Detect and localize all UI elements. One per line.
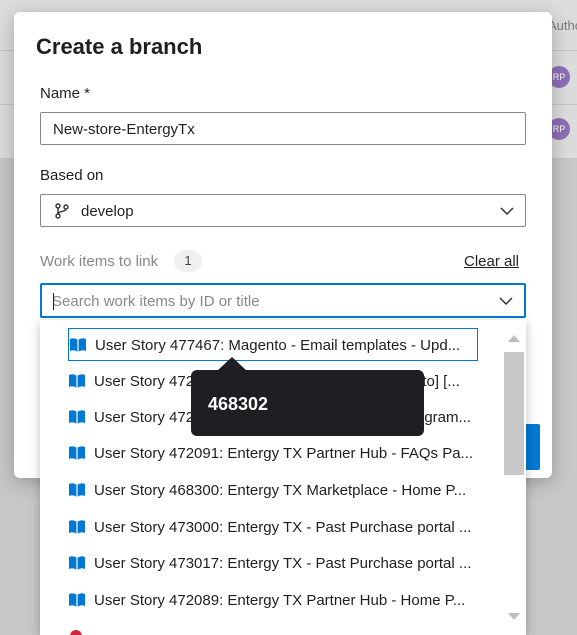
list-item-label: User Story 472089: Entergy TX Partner Hu… [94, 592, 466, 609]
book-icon [69, 483, 85, 497]
list-item-label: User Story 473000: Entergy TX - Past Pur… [94, 519, 472, 536]
dialog-title: Create a branch [36, 34, 203, 59]
work-items-label: Work items to link [40, 253, 159, 270]
list-item-label: User Story 468300: Entergy TX Marketplac… [94, 482, 467, 499]
scroll-down-icon[interactable] [508, 613, 520, 621]
book-icon [69, 520, 85, 534]
scrollbar-thumb[interactable] [504, 352, 524, 475]
list-item-label: User Story 477467: Magento - Email templ… [95, 337, 461, 354]
based-on-label: Based on [40, 167, 104, 184]
list-item[interactable]: User Story 472091: Entergy TX Partner Hu… [68, 437, 478, 470]
scroll-up-icon[interactable] [508, 334, 520, 342]
list-item-label: User Story 472091: Entergy TX Partner Hu… [94, 445, 474, 462]
list-item-label-tail: ogram... [416, 409, 472, 426]
chevron-down-icon[interactable] [499, 203, 515, 219]
name-label: Name * [40, 85, 91, 102]
book-icon [70, 338, 86, 352]
work-item-search-input[interactable] [52, 291, 472, 311]
tooltip-beak [217, 357, 247, 371]
chevron-down-icon[interactable] [498, 293, 514, 309]
book-icon [69, 593, 85, 607]
work-items-count-badge: 1 [174, 250, 202, 272]
bug-icon [70, 630, 82, 635]
work-item-search-box[interactable] [40, 283, 526, 318]
book-icon [69, 556, 85, 570]
book-icon [69, 410, 85, 424]
work-item-suggestions-list[interactable]: User Story 477467: Magento - Email templ… [40, 320, 526, 635]
name-field[interactable]: New-store-EntergyTx [40, 112, 526, 145]
list-item[interactable]: User Story 472089: Entergy TX Partner Hu… [68, 584, 478, 617]
list-item[interactable]: User Story 468300: Entergy TX Marketplac… [68, 474, 478, 507]
list-item[interactable]: User Story 473017: Entergy TX - Past Pur… [68, 547, 478, 580]
book-icon [69, 374, 85, 388]
tooltip-text: 468302 [208, 394, 269, 414]
background-column-header: Autho [548, 18, 577, 33]
create-button-edge[interactable] [524, 424, 540, 470]
name-value: New-store-EntergyTx [53, 121, 195, 138]
book-icon [69, 446, 85, 460]
work-item-tooltip: 468302 [191, 370, 424, 436]
based-on-dropdown[interactable]: develop [40, 194, 526, 227]
git-branch-icon [55, 203, 69, 219]
based-on-value: develop [81, 203, 134, 220]
list-item[interactable]: User Story 477467: Magento - Email templ… [68, 328, 478, 361]
clear-all-link[interactable]: Clear all [464, 253, 519, 270]
list-item[interactable]: User Story 473000: Entergy TX - Past Pur… [68, 511, 478, 544]
list-item-label: User Story 472 [94, 409, 195, 426]
text-caret [53, 293, 54, 310]
list-item-label: User Story 472 [94, 373, 195, 390]
list-item-label: User Story 473017: Entergy TX - Past Pur… [94, 555, 472, 572]
